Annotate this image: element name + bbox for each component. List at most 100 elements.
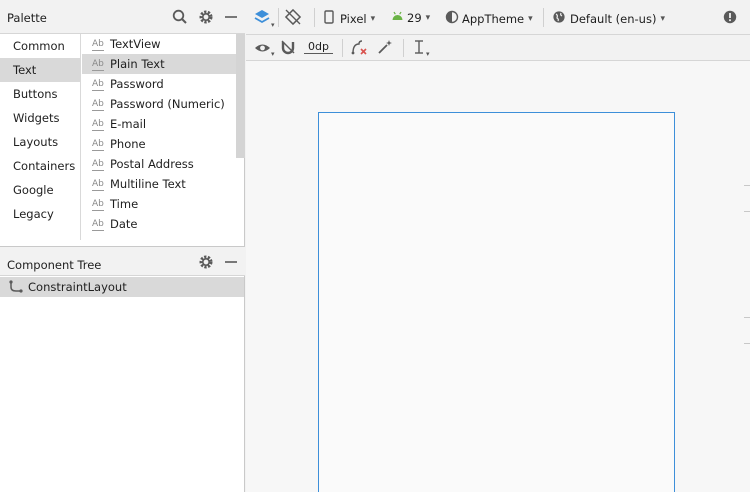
palette-panel: Palette Common Text Buttons Widgets Layo… (0, 0, 245, 246)
canvas-edge-marker (744, 211, 750, 212)
palette-item-plain-text[interactable]: Ab Plain Text (82, 54, 236, 74)
palette-item-label: Plain Text (110, 57, 165, 71)
palette-item-password[interactable]: Ab Password (82, 74, 236, 94)
palette-item-time[interactable]: Ab Time (82, 194, 236, 214)
text-widget-icon: Ab (92, 94, 104, 114)
palette-title: Palette (7, 11, 47, 25)
design-surface-button[interactable]: ▾ (253, 8, 275, 29)
category-google[interactable]: Google (0, 178, 80, 202)
chevron-down-icon: ▾ (271, 20, 275, 29)
text-widget-icon: Ab (92, 74, 104, 94)
palette-item-phone[interactable]: Ab Phone (82, 134, 236, 154)
palette-items: Ab TextView Ab Plain Text Ab Password Ab Pas… (82, 34, 236, 240)
category-common[interactable]: Common (0, 34, 80, 58)
palette-item-date[interactable]: Ab Date (82, 214, 236, 234)
theme-selector[interactable]: AppTheme ▾ (445, 10, 533, 27)
chevron-down-icon: ▾ (370, 13, 376, 24)
tree-node-constraint-layout[interactable]: ConstraintLayout (0, 277, 244, 297)
issues-button[interactable] (723, 10, 737, 27)
search-icon[interactable] (171, 8, 189, 26)
category-text[interactable]: Text (0, 58, 80, 82)
canvas-edge-marker (744, 317, 750, 318)
autoconnect-toggle[interactable] (280, 39, 296, 58)
palette-item-label: Date (110, 217, 138, 231)
palette-scrollbar[interactable] (236, 34, 245, 158)
view-options-button[interactable]: ▾ (254, 40, 275, 58)
palette-header: Palette (0, 0, 245, 34)
theme-icon (445, 10, 459, 27)
globe-icon (552, 10, 566, 27)
palette-item-label: Password (110, 77, 164, 91)
minimize-icon[interactable] (222, 8, 240, 26)
canvas-edge-marker (744, 185, 750, 186)
palette-item-textview[interactable]: Ab TextView (82, 34, 236, 54)
clear-constraints-icon (351, 40, 368, 58)
component-tree-header: Component Tree (0, 246, 245, 276)
category-containers[interactable]: Containers (0, 154, 80, 178)
default-margin-selector[interactable]: 0dp (304, 40, 333, 54)
palette-item-postal-address[interactable]: Ab Postal Address (82, 154, 236, 174)
design-canvas[interactable] (246, 61, 750, 492)
palette-item-label: Time (110, 197, 139, 211)
palette-item-label: TextView (110, 37, 161, 51)
category-widgets[interactable]: Widgets (0, 106, 80, 130)
palette-item-password-numeric[interactable]: Ab Password (Numeric) (82, 94, 236, 114)
theme-label: AppTheme (462, 11, 525, 26)
tree-node-label: ConstraintLayout (28, 280, 127, 294)
palette-item-label: Multiline Text (110, 177, 186, 191)
chevron-down-icon: ▾ (425, 12, 431, 23)
android-icon (391, 10, 404, 25)
device-label: Pixel (340, 11, 367, 26)
palette-item-label: Phone (110, 137, 146, 151)
category-buttons[interactable]: Buttons (0, 82, 80, 106)
text-widget-icon: Ab (92, 174, 104, 194)
palette-item-label: E-mail (110, 117, 147, 131)
component-tree-title: Component Tree (7, 258, 102, 272)
chevron-down-icon: ▾ (660, 13, 665, 24)
constraint-layout-icon (8, 279, 24, 298)
guideline-icon (412, 39, 426, 58)
palette-item-label: Postal Address (110, 157, 194, 171)
eye-icon (254, 41, 271, 58)
text-widget-icon: Ab (92, 194, 104, 214)
constraint-toolbar: ▾ 0dp ▾ (246, 35, 750, 61)
margin-label: 0dp (308, 39, 329, 53)
text-widget-icon: Ab (92, 34, 104, 54)
chevron-down-icon: ▾ (528, 13, 533, 24)
device-selector[interactable]: Pixel ▾ (324, 10, 375, 27)
component-tree: ConstraintLayout (0, 276, 245, 492)
category-legacy[interactable]: Legacy (0, 202, 80, 226)
palette-item-multiline-text[interactable]: Ab Multiline Text (82, 174, 236, 194)
chevron-down-icon: ▾ (426, 49, 430, 58)
locale-selector[interactable]: Default (en-us) ▾ (552, 10, 665, 27)
api-level-label: 29 (407, 10, 422, 25)
text-widget-icon: Ab (92, 134, 104, 154)
infer-constraints-button[interactable] (377, 39, 393, 58)
text-widget-icon: Ab (92, 214, 104, 234)
canvas-edge-marker (744, 343, 750, 344)
warning-icon (723, 10, 737, 27)
gear-icon[interactable] (197, 253, 215, 271)
guidelines-button[interactable]: ▾ (412, 39, 430, 58)
minimize-icon[interactable] (222, 253, 240, 271)
magnet-icon (280, 39, 296, 58)
api-level-selector[interactable]: 29 ▾ (391, 10, 430, 25)
device-frame[interactable] (318, 112, 675, 492)
chevron-down-icon: ▾ (271, 50, 275, 58)
category-layouts[interactable]: Layouts (0, 130, 80, 154)
palette-item-label: Password (Numeric) (110, 97, 225, 111)
palette-item-email[interactable]: Ab E-mail (82, 114, 236, 134)
layers-icon (253, 8, 271, 29)
palette-categories: Common Text Buttons Widgets Layouts Cont… (0, 34, 81, 240)
phone-icon (324, 10, 334, 27)
text-widget-icon: Ab (92, 54, 104, 74)
magic-wand-icon (377, 39, 393, 58)
orientation-button[interactable] (284, 8, 302, 29)
text-widget-icon: Ab (92, 154, 104, 174)
rotate-icon (284, 8, 302, 29)
locale-label: Default (en-us) (570, 11, 657, 26)
clear-constraints-button[interactable] (351, 40, 368, 58)
gear-icon[interactable] (197, 8, 215, 26)
design-toolbar: ▾ Pixel ▾ 29 ▾ AppTheme ▾ Default (en-us… (246, 0, 750, 35)
text-widget-icon: Ab (92, 114, 104, 134)
